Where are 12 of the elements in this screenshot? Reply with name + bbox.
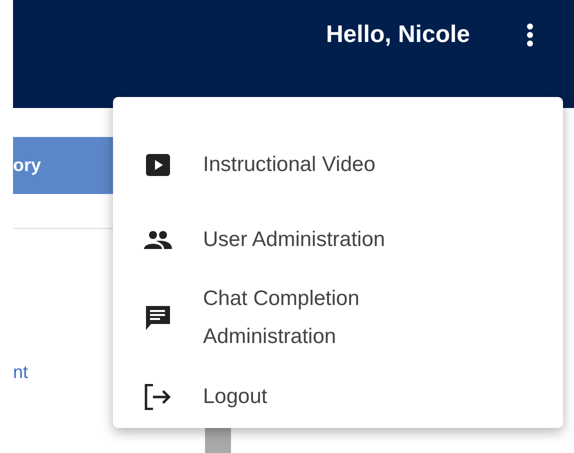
menu-item[interactable]: Instructional Video xyxy=(113,127,563,202)
tab[interactable]: ory xyxy=(13,137,113,194)
greeting: Hello, Nicole xyxy=(326,20,470,48)
logout-icon xyxy=(144,384,172,410)
people-icon xyxy=(144,230,172,248)
menu-item[interactable]: Logout xyxy=(113,359,563,434)
more-options-icon[interactable] xyxy=(526,22,534,46)
link[interactable]: nt xyxy=(13,362,28,383)
menu-item[interactable]: Chat Completion Administration xyxy=(113,277,563,359)
play-icon xyxy=(146,154,170,176)
menu-item[interactable]: User Administration xyxy=(113,202,563,277)
chat-icon xyxy=(146,306,170,330)
